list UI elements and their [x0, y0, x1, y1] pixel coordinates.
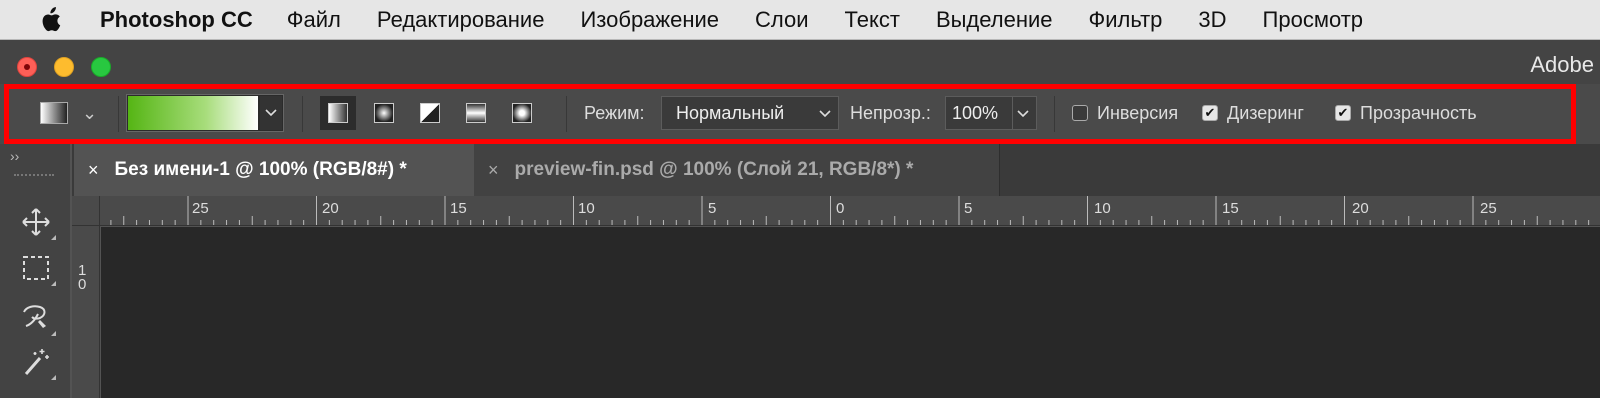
move-icon: [22, 208, 50, 236]
blend-mode-select[interactable]: Нормальный: [661, 96, 839, 130]
menu-file[interactable]: Файл: [287, 7, 341, 33]
radial-gradient-button[interactable]: [366, 96, 402, 130]
reflected-gradient-button[interactable]: [458, 96, 494, 130]
magic-wand-tool-button[interactable]: [16, 342, 56, 382]
ruler-label: 15: [450, 200, 467, 217]
mac-menu-bar: Photoshop CC Файл Редактирование Изображ…: [0, 0, 1600, 40]
close-tab-icon[interactable]: ×: [88, 160, 99, 181]
divider: [566, 96, 567, 132]
menu-filter[interactable]: Фильтр: [1089, 7, 1163, 33]
chevron-down-icon: [819, 110, 831, 118]
reflected-gradient-icon: [466, 103, 486, 123]
inverse-label: Инверсия: [1097, 102, 1179, 123]
document-tab-active[interactable]: × Без имени-1 @ 100% (RGB/8#) *: [74, 144, 474, 196]
ruler-label: 25: [192, 200, 209, 217]
lasso-icon: [23, 305, 46, 328]
minimize-window-button[interactable]: [54, 57, 74, 77]
divider: [1012, 97, 1013, 129]
menu-text[interactable]: Текст: [845, 7, 900, 33]
ruler-label: 15: [1222, 200, 1239, 217]
linear-gradient-icon: [328, 103, 348, 123]
maximize-window-button[interactable]: [91, 57, 111, 77]
transparency-label: Прозрачность: [1360, 102, 1477, 123]
menu-3d[interactable]: 3D: [1198, 7, 1226, 33]
chevron-down-icon: ⌄: [82, 102, 98, 123]
ruler-label: 0: [78, 276, 87, 293]
menu-layers[interactable]: Слои: [755, 7, 809, 33]
ruler-label: 0: [836, 200, 845, 217]
window-title-bar: [0, 40, 1600, 90]
ruler-label: 10: [578, 200, 595, 217]
radial-gradient-icon: [374, 103, 394, 123]
angle-gradient-icon: [420, 103, 440, 123]
panel-grip[interactable]: [14, 174, 54, 180]
magic-wand-icon: [24, 349, 49, 375]
menu-image[interactable]: Изображение: [580, 7, 719, 33]
move-tool-button[interactable]: [16, 202, 56, 242]
ruler-label: 5: [964, 200, 973, 217]
apple-icon[interactable]: [0, 6, 100, 33]
tool-preset-picker[interactable]: ⌄: [40, 95, 97, 131]
check-icon[interactable]: ✔: [1335, 105, 1351, 121]
menu-edit[interactable]: Редактирование: [377, 7, 545, 33]
chevron-down-icon: [265, 109, 277, 117]
divider: [118, 96, 119, 132]
dither-checkbox[interactable]: ✔ Дизеринг: [1202, 95, 1304, 131]
marquee-icon: [23, 256, 49, 280]
linear-gradient-button[interactable]: [320, 96, 356, 130]
opacity-value: 100%: [952, 102, 999, 123]
vertical-ruler[interactable]: 1 0: [72, 226, 100, 398]
angle-gradient-button[interactable]: [412, 96, 448, 130]
diamond-gradient-button[interactable]: [504, 96, 540, 130]
diamond-gradient-icon: [512, 103, 532, 123]
transparency-checkbox[interactable]: ✔ Прозрачность: [1335, 95, 1477, 131]
opacity-input[interactable]: 100%: [945, 96, 1037, 130]
ruler-label: 25: [1480, 200, 1497, 217]
ruler-label: 5: [708, 200, 717, 217]
gradient-dropdown-button[interactable]: [260, 96, 282, 130]
divider: [1054, 96, 1055, 132]
menu-view[interactable]: Просмотр: [1263, 7, 1363, 33]
tab-label: Без имени-1 @ 100% (RGB/8#) *: [114, 159, 407, 180]
document-tab[interactable]: × preview-fin.psd @ 100% (Слой 21, RGB/8…: [474, 144, 1000, 196]
close-window-button[interactable]: [17, 57, 37, 77]
ruler-corner[interactable]: [72, 196, 100, 226]
chevron-down-icon[interactable]: [1016, 103, 1030, 123]
opacity-label: Непрозр.:: [850, 102, 931, 123]
ruler-label: 10: [1094, 200, 1111, 217]
horizontal-ruler[interactable]: 25 20 15 10 5 0 5 10 15 20 25: [100, 196, 1600, 226]
dither-label: Дизеринг: [1227, 102, 1304, 123]
flyout-indicator-icon: [51, 281, 56, 286]
tool-preset-swatch: [40, 102, 68, 124]
inverse-checkbox-box[interactable]: [1072, 105, 1088, 121]
menu-app-name[interactable]: Photoshop CC: [100, 7, 253, 33]
ruler-label: 20: [322, 200, 339, 217]
blend-mode-value: Нормальный: [676, 102, 785, 123]
check-icon[interactable]: ✔: [1202, 105, 1218, 121]
mode-label: Режим:: [584, 102, 645, 123]
lasso-tool-button[interactable]: [16, 298, 56, 338]
window-title: Adobe: [1530, 52, 1594, 77]
gradient-preview[interactable]: [128, 96, 258, 130]
marquee-tool-button[interactable]: [16, 248, 56, 288]
tab-label: preview-fin.psd @ 100% (Слой 21, RGB/8*)…: [514, 159, 914, 180]
flyout-indicator-icon: [51, 235, 56, 240]
divider: [302, 96, 303, 132]
inverse-checkbox[interactable]: Инверсия: [1072, 95, 1178, 131]
close-tab-icon[interactable]: ×: [488, 160, 499, 181]
document-canvas[interactable]: [101, 227, 1600, 398]
flyout-indicator-icon: [51, 331, 56, 336]
collapse-panel-icon[interactable]: ››: [10, 148, 19, 164]
flyout-indicator-icon: [51, 375, 56, 380]
menu-select[interactable]: Выделение: [936, 7, 1053, 33]
ruler-label: 20: [1352, 200, 1369, 217]
